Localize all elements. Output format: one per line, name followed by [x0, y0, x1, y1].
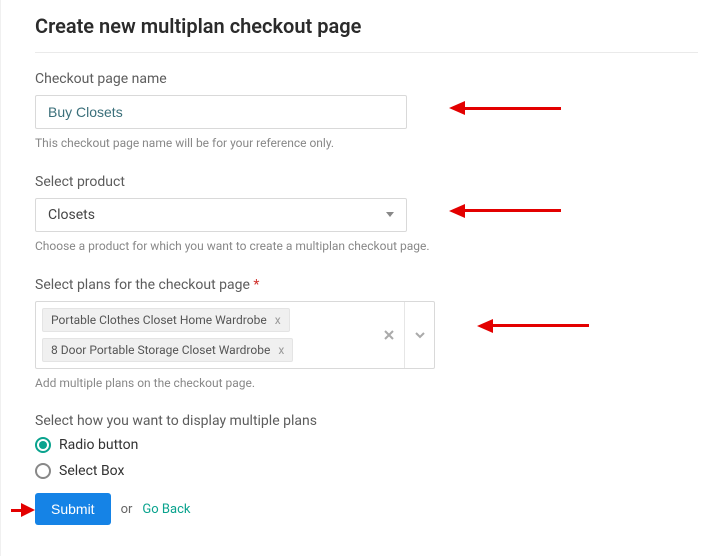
page-title: Create new multiplan checkout page [35, 14, 698, 38]
plan-chip-label: Portable Clothes Closet Home Wardrobe [51, 313, 267, 327]
plan-chip-label: 8 Door Portable Storage Closet Wardrobe [51, 343, 270, 357]
radio-option-radiobutton[interactable]: Radio button [35, 437, 698, 453]
help-product: Choose a product for which you want to c… [35, 238, 435, 255]
radio-icon [35, 437, 51, 453]
submit-button[interactable]: Submit [35, 493, 111, 525]
annotation-arrow-icon [477, 319, 589, 333]
plans-multiselect[interactable]: Portable Clothes Closet Home Wardrobe x … [35, 301, 435, 369]
field-display-mode: Select how you want to display multiple … [35, 413, 698, 479]
required-asterisk-icon: * [253, 277, 259, 293]
label-plans: Select plans for the checkout page * [35, 277, 698, 293]
chevron-down-icon [414, 329, 426, 341]
label-checkout-name: Checkout page name [35, 71, 698, 87]
field-product: Select product Closets Choose a product … [35, 174, 698, 255]
radio-option-selectbox[interactable]: Select Box [35, 463, 698, 479]
form-actions: Submit or Go Back [35, 493, 698, 525]
or-text: or [121, 502, 133, 517]
label-product: Select product [35, 174, 698, 190]
plans-chips: Portable Clothes Closet Home Wardrobe x … [36, 302, 374, 368]
checkout-page-form: Create new multiplan checkout page Check… [0, 0, 726, 556]
plans-dropdown-button[interactable] [404, 302, 434, 368]
field-checkout-name: Checkout page name This checkout page na… [35, 71, 698, 152]
help-checkout-name: This checkout page name will be for your… [35, 135, 435, 152]
label-plans-text: Select plans for the checkout page [35, 277, 250, 293]
field-plans: Select plans for the checkout page * Por… [35, 277, 698, 392]
go-back-link[interactable]: Go Back [142, 502, 190, 517]
radio-option-label: Radio button [59, 437, 138, 453]
divider [35, 52, 698, 53]
radio-option-label: Select Box [59, 463, 124, 479]
radio-icon [35, 463, 51, 479]
plans-clear-button[interactable] [374, 302, 404, 368]
chip-remove-icon[interactable]: x [275, 313, 281, 327]
product-select-value: Closets [48, 207, 95, 223]
plan-chip: Portable Clothes Closet Home Wardrobe x [42, 308, 290, 332]
annotation-arrow-icon [11, 503, 35, 517]
annotation-arrow-icon [449, 204, 561, 218]
annotation-arrow-icon [449, 101, 561, 115]
checkout-name-input[interactable] [35, 95, 407, 129]
caret-down-icon [386, 212, 394, 217]
plans-controls [374, 302, 434, 368]
product-select[interactable]: Closets [35, 198, 407, 232]
close-icon [383, 329, 395, 341]
chip-remove-icon[interactable]: x [278, 343, 284, 357]
help-plans: Add multiple plans on the checkout page. [35, 375, 435, 392]
plan-chip: 8 Door Portable Storage Closet Wardrobe … [42, 338, 293, 362]
label-display-mode: Select how you want to display multiple … [35, 413, 698, 429]
